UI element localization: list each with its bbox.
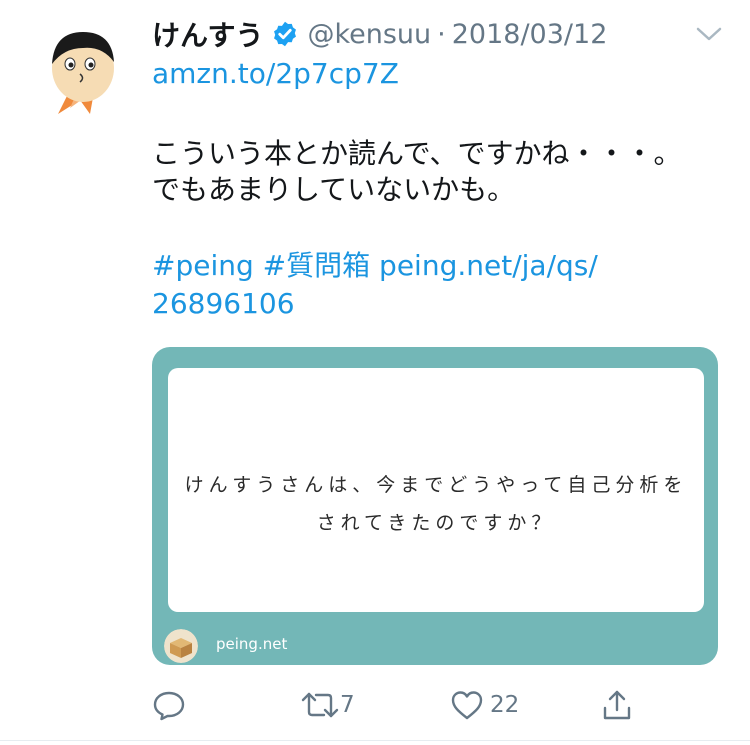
peing-link[interactable]: peing.net/ja/qs/ — [379, 249, 598, 282]
retweet-button[interactable]: 7 — [300, 688, 355, 722]
amazon-link[interactable]: amzn.to/2p7cp7Z — [152, 54, 399, 94]
hashtag-peing[interactable]: #peing — [152, 249, 254, 282]
display-name[interactable]: けんすう — [152, 14, 263, 54]
like-icon — [451, 691, 483, 720]
user-handle[interactable]: @kensuu — [307, 19, 431, 50]
verified-badge-icon — [271, 20, 299, 48]
hashtags-line: #peing #質問箱 peing.net/ja/qs/ — [152, 246, 598, 286]
peing-link-continued[interactable]: 26896106 — [152, 284, 295, 324]
tweet-date[interactable]: 2018/03/12 — [452, 19, 608, 50]
like-count: 22 — [490, 692, 520, 718]
share-button[interactable] — [600, 688, 634, 722]
tweet-text-line-1: こういう本とか読んで、ですかね・・・。 — [152, 137, 682, 170]
avatar[interactable] — [50, 26, 122, 116]
tweet-actions: 7 22 — [0, 680, 750, 734]
retweet-count: 7 — [340, 692, 355, 718]
chevron-down-icon[interactable] — [694, 22, 724, 46]
tweet-text-line-2: でもあまりしていないかも。 — [152, 173, 516, 206]
reply-icon — [153, 691, 185, 721]
card-domain: peing.net — [216, 635, 288, 653]
card-image: けんすうさんは、今までどうやって自己分析を されてきたのですか？ — [168, 368, 704, 612]
peing-logo-icon — [164, 629, 198, 663]
card-question-line-2: されてきたのですか？ — [316, 512, 556, 534]
link-card[interactable]: けんすうさんは、今までどうやって自己分析を されてきたのですか？ peing.n… — [152, 347, 718, 665]
share-icon — [603, 690, 631, 720]
tweet-header: けんすう @kensuu · 2018/03/12 — [152, 14, 607, 54]
like-button[interactable]: 22 — [450, 688, 519, 722]
card-question-line-1: けんすうさんは、今までどうやって自己分析を — [184, 474, 688, 496]
hashtag-shitsumonbako[interactable]: #質問箱 — [263, 249, 370, 282]
divider — [0, 740, 750, 741]
header-separator: · — [437, 18, 446, 50]
reply-button[interactable] — [152, 688, 186, 722]
retweet-icon — [301, 692, 339, 718]
